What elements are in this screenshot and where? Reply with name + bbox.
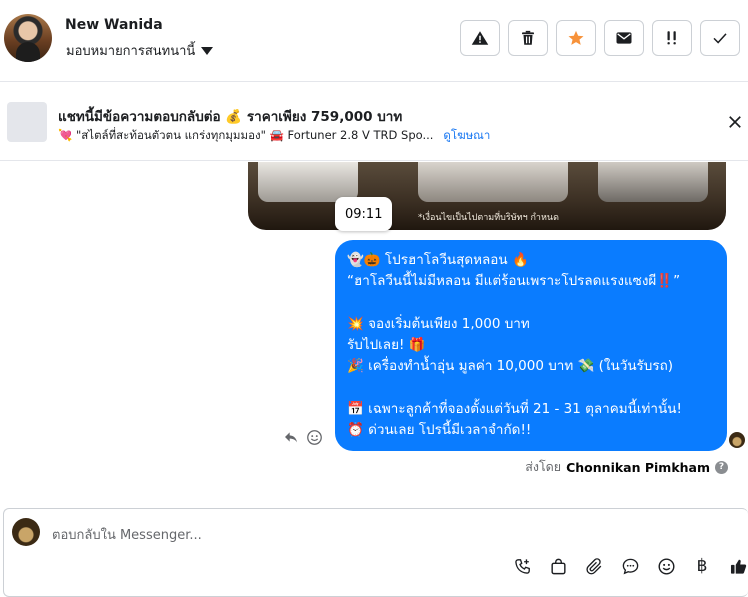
products-button[interactable] xyxy=(548,556,568,576)
seen-avatar xyxy=(729,432,745,448)
attach-button[interactable] xyxy=(584,556,604,576)
check-icon xyxy=(713,33,727,44)
conversation-header: New Wanida มอบหมายการสนทนานี้ xyxy=(0,0,748,82)
message-timestamp: 09:11 xyxy=(335,197,393,231)
image-attachment[interactable]: *เงื่อนไขเป็นไปตามที่บริษัทฯ กำหนด xyxy=(248,162,726,230)
vehicle-image xyxy=(598,162,708,202)
sent-by-prefix: ส่งโดย xyxy=(525,459,562,474)
star-icon xyxy=(568,30,584,45)
close-icon[interactable] xyxy=(726,113,744,131)
image-caption: *เงื่อนไขเป็นไปตามที่บริษัทฯ กำหนด xyxy=(418,213,559,223)
shopping-bag-icon xyxy=(550,558,566,574)
baht-icon: ฿ xyxy=(696,556,708,576)
react-emoji-icon[interactable] xyxy=(306,429,323,446)
trash-icon xyxy=(522,30,534,45)
composer-toolbar: ฿ xyxy=(512,556,748,576)
ad-thumbnail[interactable] xyxy=(7,102,47,142)
caret-down-icon xyxy=(201,47,214,55)
message-line: 💥 จองเริ่มต้นเพียง 1,000 บาท xyxy=(347,315,530,332)
ad-context-banner: แชทนี้มีข้อความตอบกลับต่อ 💰 ราคาเพียง 75… xyxy=(0,83,748,161)
vehicle-image xyxy=(418,162,568,202)
paperclip-icon xyxy=(585,557,601,574)
ad-title: แชทนี้มีข้อความตอบกลับต่อ 💰 ราคาเพียง 75… xyxy=(58,109,403,125)
emoji-icon xyxy=(658,558,674,574)
payment-button[interactable]: ฿ xyxy=(692,556,712,576)
vehicle-image xyxy=(258,162,358,202)
message-line: 🎉 เครื่องทำน้ำอุ่น มูลค่า 10,000 บาท 💸 (… xyxy=(347,358,674,375)
mark-done-button[interactable] xyxy=(700,20,740,56)
contact-avatar[interactable] xyxy=(4,14,52,62)
message-line: 👻🎃 โปรฮาโลวีนสุดหลอน 🔥 xyxy=(347,252,529,268)
thumbs-up-icon xyxy=(730,559,746,574)
header-actions xyxy=(460,20,740,56)
message-line xyxy=(347,378,715,399)
view-ad-link[interactable]: ดูโฆษณา xyxy=(443,127,490,145)
sender-name: Chonnikan Pimkham xyxy=(566,459,710,475)
sent-by-info: ส่งโดย Chonnikan Pimkham ? xyxy=(525,457,728,477)
follow-up-button[interactable] xyxy=(652,20,692,56)
delete-button[interactable] xyxy=(508,20,548,56)
page-avatar xyxy=(12,518,40,546)
mark-unread-button[interactable] xyxy=(604,20,644,56)
message-line xyxy=(347,293,715,314)
chat-bubble-icon xyxy=(622,558,638,574)
message-line: 📅 เฉพาะลูกค้าที่จองตั้งแต่วันที่ 21 - 31… xyxy=(347,401,682,418)
star-button[interactable] xyxy=(556,20,596,56)
message-line: รับไปเลย! 🎁 xyxy=(347,337,426,354)
contact-name[interactable]: New Wanida xyxy=(65,17,163,33)
assign-label: มอบหมายการสนทนานี้ xyxy=(66,44,196,59)
assign-conversation-dropdown[interactable]: มอบหมายการสนทนานี้ xyxy=(66,40,214,61)
emoji-button[interactable] xyxy=(656,556,676,576)
follow-up-icon xyxy=(667,31,676,45)
help-icon[interactable]: ? xyxy=(715,460,728,474)
message-line: ⏰ ด่วนเลย โปรนี้มีเวลาจำกัด!! xyxy=(347,422,532,439)
reply-input[interactable]: ตอบกลับใน Messenger... xyxy=(52,524,202,545)
envelope-icon xyxy=(616,32,632,44)
warning-icon xyxy=(471,31,489,45)
call-add-icon xyxy=(514,558,530,574)
message-line: “ฮาโลวีนนี้ไม่มีหลอน มีแต่ร้อนเพราะโปรลด… xyxy=(347,273,681,290)
ad-subtitle-text: 💘 "สไตล์ที่สะท้อนตัวตน แกร่งทุกมุมมอง" 🚘… xyxy=(58,128,434,142)
like-button[interactable] xyxy=(728,556,748,576)
call-button[interactable] xyxy=(512,556,532,576)
ad-subtitle: 💘 "สไตล์ที่สะท้อนตัวตน แกร่งทุกมุมมอง" 🚘… xyxy=(58,127,490,145)
reply-composer: ตอบกลับใน Messenger... ฿ xyxy=(3,508,748,597)
message-bubble[interactable]: 👻🎃 โปรฮาโลวีนสุดหลอน 🔥 “ฮาโลวีนนี้ไม่มีห… xyxy=(335,240,727,451)
saved-replies-button[interactable] xyxy=(620,556,640,576)
reply-icon[interactable] xyxy=(282,429,300,445)
report-spam-button[interactable] xyxy=(460,20,500,56)
